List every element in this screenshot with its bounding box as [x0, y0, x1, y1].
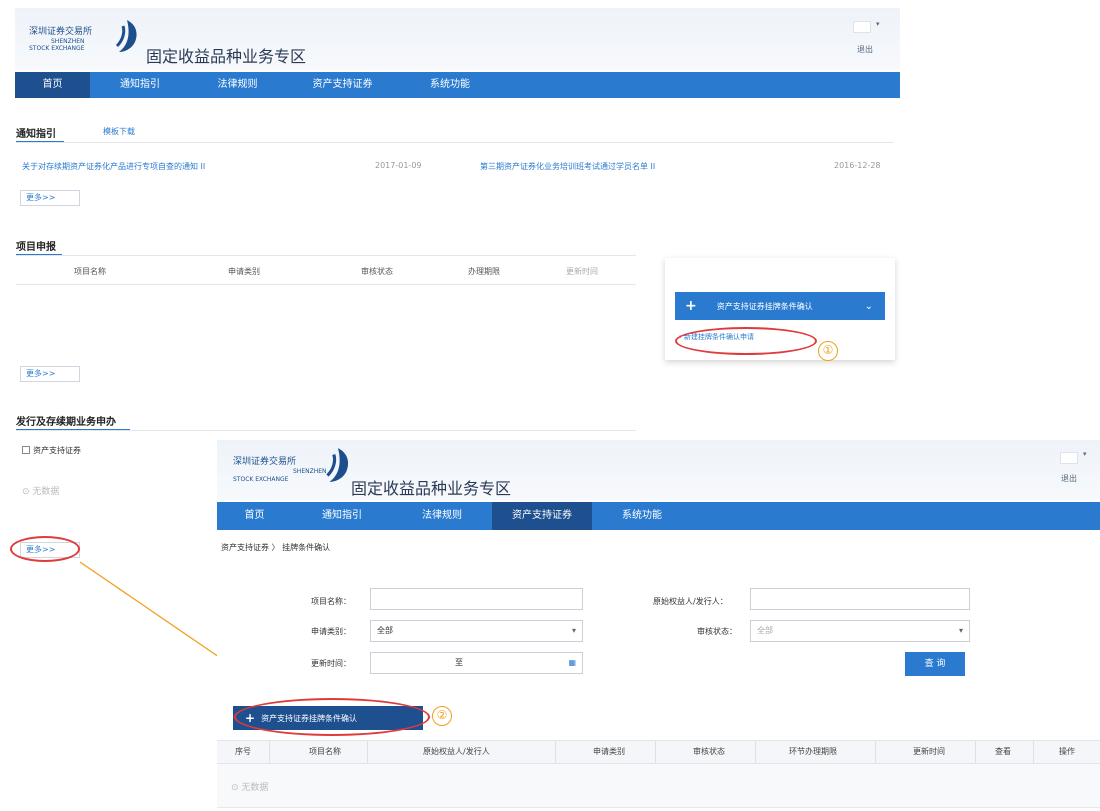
overlay-nav: 首页 通知指引 法律规则 资产支持证券 系统功能: [217, 502, 1100, 530]
apply-type-value: 全部: [377, 626, 393, 635]
originator-input[interactable]: [750, 588, 970, 610]
column-divider: [1033, 741, 1034, 763]
apply-type-select[interactable]: 全部 ▾: [370, 620, 583, 642]
project-name-input[interactable]: [370, 588, 583, 610]
column-header: 环节办理期限: [789, 747, 837, 756]
logout-link[interactable]: 退出: [1061, 473, 1077, 484]
logo-en-text: SHENZHEN: [293, 468, 327, 475]
range-separator: 至: [455, 658, 463, 667]
chevron-down-icon[interactable]: ▾: [1083, 450, 1087, 458]
review-status-label: 审核状态：: [697, 627, 737, 636]
column-header: 序号: [235, 747, 251, 756]
update-time-range[interactable]: 至 ▦: [370, 652, 583, 674]
nav-home[interactable]: 首页: [217, 502, 292, 530]
query-button[interactable]: 查 询: [905, 652, 965, 676]
highlight-oval: [234, 698, 430, 736]
column-header: 原始权益人/发行人: [423, 747, 490, 756]
breadcrumb: 资产支持证券 〉 挂牌条件确认: [221, 543, 331, 552]
column-header: 查看: [995, 747, 1011, 756]
no-data-label: 无数据: [241, 783, 269, 793]
nav-abs[interactable]: 资产支持证券: [492, 502, 592, 530]
logo-cn-text: 深圳证券交易所: [233, 457, 297, 467]
column-divider: [975, 741, 976, 763]
review-status-select[interactable]: 全部 ▾: [750, 620, 970, 642]
review-status-value: 全部: [757, 626, 773, 635]
column-divider: [555, 741, 556, 763]
nav-system[interactable]: 系统功能: [592, 502, 692, 530]
no-data-text: ⊙ 无数据: [231, 783, 269, 793]
column-header: 申请类别: [593, 747, 625, 756]
nav-notice[interactable]: 通知指引: [292, 502, 392, 530]
result-table-header: 序号 项目名称 原始权益人/发行人 申请类别 审核状态 环节办理期限 更新时间 …: [217, 740, 1100, 764]
column-divider: [755, 741, 756, 763]
result-table-body: ⊙ 无数据: [217, 764, 1100, 808]
apply-type-label: 申请类别：: [311, 627, 351, 636]
column-header: 项目名称: [309, 747, 341, 756]
column-header: 审核状态: [693, 747, 725, 756]
calendar-icon[interactable]: ▦: [568, 653, 576, 673]
project-name-label: 项目名称：: [311, 597, 351, 606]
originator-label: 原始权益人/发行人：: [653, 597, 728, 606]
user-menu[interactable]: [1060, 452, 1078, 464]
chevron-down-icon: ▾: [571, 626, 576, 635]
column-divider: [269, 741, 270, 763]
column-divider: [655, 741, 656, 763]
update-time-label: 更新时间：: [311, 659, 351, 668]
szse-logo-icon: [326, 448, 349, 482]
zone-title: 固定收益品种业务专区: [351, 479, 512, 498]
annotation-number: ②: [432, 706, 452, 726]
column-header: 操作: [1059, 747, 1075, 756]
logo-en-text: STOCK EXCHANGE: [233, 476, 289, 483]
abs-page-screenshot: 深圳证券交易所 SHENZHEN STOCK EXCHANGE 固定收益品种业务…: [217, 440, 1100, 811]
chevron-down-icon: ▾: [958, 626, 963, 635]
szse-logo: 深圳证券交易所 SHENZHEN STOCK EXCHANGE: [233, 446, 353, 490]
nav-law[interactable]: 法律规则: [392, 502, 492, 530]
overlay-header: 深圳证券交易所 SHENZHEN STOCK EXCHANGE 固定收益品种业务…: [217, 440, 1100, 500]
column-header: 更新时间: [913, 747, 945, 756]
column-divider: [367, 741, 368, 763]
column-divider: [875, 741, 876, 763]
